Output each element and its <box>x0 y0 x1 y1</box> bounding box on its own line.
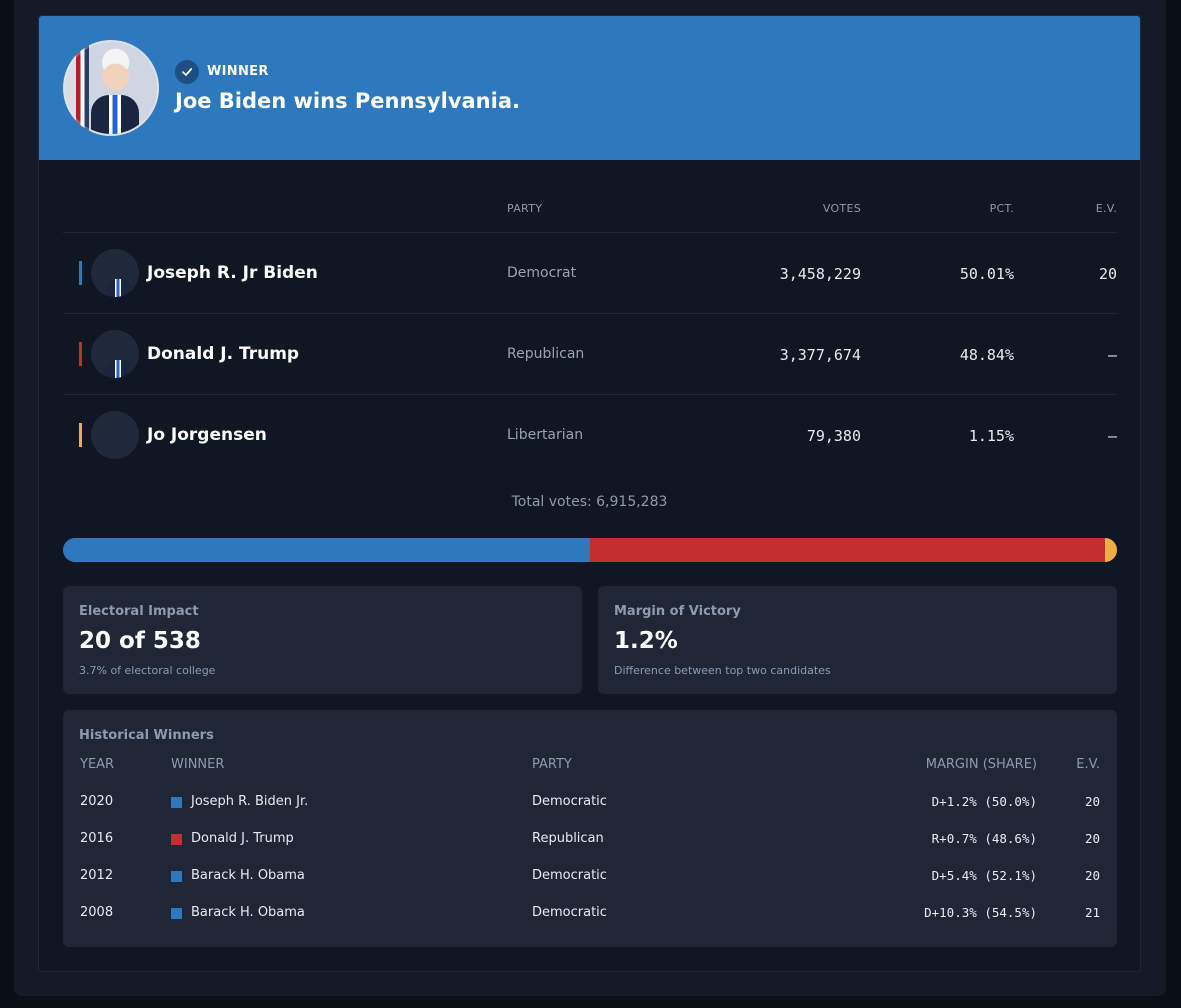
winner-avatar <box>63 40 159 136</box>
stat-subtext: Difference between top two candidates <box>614 664 831 677</box>
hist-party: Democratic <box>532 794 607 809</box>
hist-year: 2012 <box>80 868 114 883</box>
hist-ev: 20 <box>1084 868 1100 883</box>
hist-winner: Barack H. Obama <box>191 868 305 883</box>
hist-header-party: PARTY <box>532 757 572 772</box>
total-votes: Total votes: 6,915,283 <box>511 494 668 510</box>
stat-subtext: 3.7% of electoral college <box>79 664 216 677</box>
header-votes: VOTES <box>822 202 861 215</box>
hist-margin: D+5.4% (52.1%) <box>931 868 1037 883</box>
hist-winner: Joseph R. Biden Jr. <box>191 794 309 809</box>
candidate-votes: 3,458,229 <box>779 265 861 283</box>
header-ev: E.V. <box>1095 202 1117 215</box>
hist-margin: D+1.2% (50.0%) <box>931 794 1037 809</box>
hist-margin: R+0.7% (48.6%) <box>931 831 1037 846</box>
header-pct: PCT. <box>989 202 1014 215</box>
candidate-party: Republican <box>507 346 585 362</box>
party-color-bar <box>79 261 82 285</box>
candidate-ev: — <box>1107 346 1117 364</box>
hist-winner: Barack H. Obama <box>191 905 305 920</box>
share-segment-democrat <box>63 538 591 562</box>
race-result-card: WINNER Joe Biden wins Pennsylvania. PART… <box>38 15 1141 972</box>
hist-ev: 21 <box>1084 905 1100 920</box>
stat-label: Margin of Victory <box>614 604 741 619</box>
hist-year: 2016 <box>80 831 114 846</box>
party-color-square <box>171 834 182 845</box>
hist-header-year: YEAR <box>80 757 115 772</box>
candidate-row: Jo Jorgensen Libertarian 79,380 1.15% — <box>63 394 1117 475</box>
candidate-name: Jo Jorgensen <box>147 425 267 445</box>
candidate-avatar <box>91 249 139 297</box>
hist-party: Republican <box>532 831 604 846</box>
candidate-ev: 20 <box>1098 265 1117 283</box>
winner-status-label: WINNER <box>207 64 269 79</box>
hist-party: Democratic <box>532 905 607 920</box>
candidate-name: Joseph R. Jr Biden <box>147 263 318 283</box>
historical-row: 2012 Barack H. Obama Democratic D+5.4% (… <box>63 868 1117 905</box>
share-segment-libertarian <box>1104 538 1117 562</box>
candidate-avatar-placeholder <box>91 411 139 459</box>
hist-margin: D+10.3% (54.5%) <box>924 905 1037 920</box>
hist-party: Democratic <box>532 868 607 883</box>
hist-winner: Donald J. Trump <box>191 831 294 846</box>
hist-ev: 20 <box>1084 831 1100 846</box>
hist-year: 2020 <box>80 794 114 809</box>
hist-header-ev: E.V. <box>1076 757 1100 772</box>
candidate-pct: 48.84% <box>959 346 1014 364</box>
candidate-votes: 3,377,674 <box>779 346 861 364</box>
party-color-square <box>171 871 182 882</box>
party-color-bar <box>79 423 82 447</box>
stat-value: 20 of 538 <box>79 628 201 654</box>
candidate-votes: 79,380 <box>806 427 861 445</box>
historical-row: 2020 Joseph R. Biden Jr. Democratic D+1.… <box>63 794 1117 831</box>
historical-title: Historical Winners <box>79 728 214 743</box>
header-party: PARTY <box>507 202 543 215</box>
stat-value: 1.2% <box>614 628 678 654</box>
candidate-avatar <box>91 330 139 378</box>
hist-ev: 20 <box>1084 794 1100 809</box>
page-background: WINNER Joe Biden wins Pennsylvania. PART… <box>14 0 1166 996</box>
candidate-row: Donald J. Trump Republican 3,377,674 48.… <box>63 313 1117 394</box>
candidate-row: Joseph R. Jr Biden Democrat 3,458,229 50… <box>63 232 1117 313</box>
winner-banner: WINNER Joe Biden wins Pennsylvania. <box>39 16 1140 160</box>
hist-header-winner: WINNER <box>171 757 225 772</box>
electoral-impact-card: Electoral Impact 20 of 538 3.7% of elect… <box>63 586 582 694</box>
winner-headline: Joe Biden wins Pennsylvania. <box>175 89 520 113</box>
margin-of-victory-card: Margin of Victory 1.2% Difference betwee… <box>598 586 1117 694</box>
party-color-square <box>171 797 182 808</box>
hist-header-margin: MARGIN (SHARE) <box>925 757 1037 772</box>
candidate-pct: 1.15% <box>968 427 1014 445</box>
party-color-bar <box>79 342 82 366</box>
share-segment-republican <box>590 538 1105 562</box>
check-icon <box>175 60 199 84</box>
vote-share-bar <box>63 538 1117 562</box>
stat-label: Electoral Impact <box>79 604 199 619</box>
candidate-party: Libertarian <box>507 427 584 443</box>
hist-year: 2008 <box>80 905 114 920</box>
historical-row: 2016 Donald J. Trump Republican R+0.7% (… <box>63 831 1117 868</box>
historical-winners-panel: Historical Winners YEAR WINNER PARTY MAR… <box>63 710 1117 947</box>
candidate-party: Democrat <box>507 265 577 281</box>
candidate-ev: — <box>1107 427 1117 445</box>
party-color-square <box>171 908 182 919</box>
candidate-name: Donald J. Trump <box>147 344 300 364</box>
historical-row: 2008 Barack H. Obama Democratic D+10.3% … <box>63 905 1117 942</box>
candidate-pct: 50.01% <box>959 265 1014 283</box>
